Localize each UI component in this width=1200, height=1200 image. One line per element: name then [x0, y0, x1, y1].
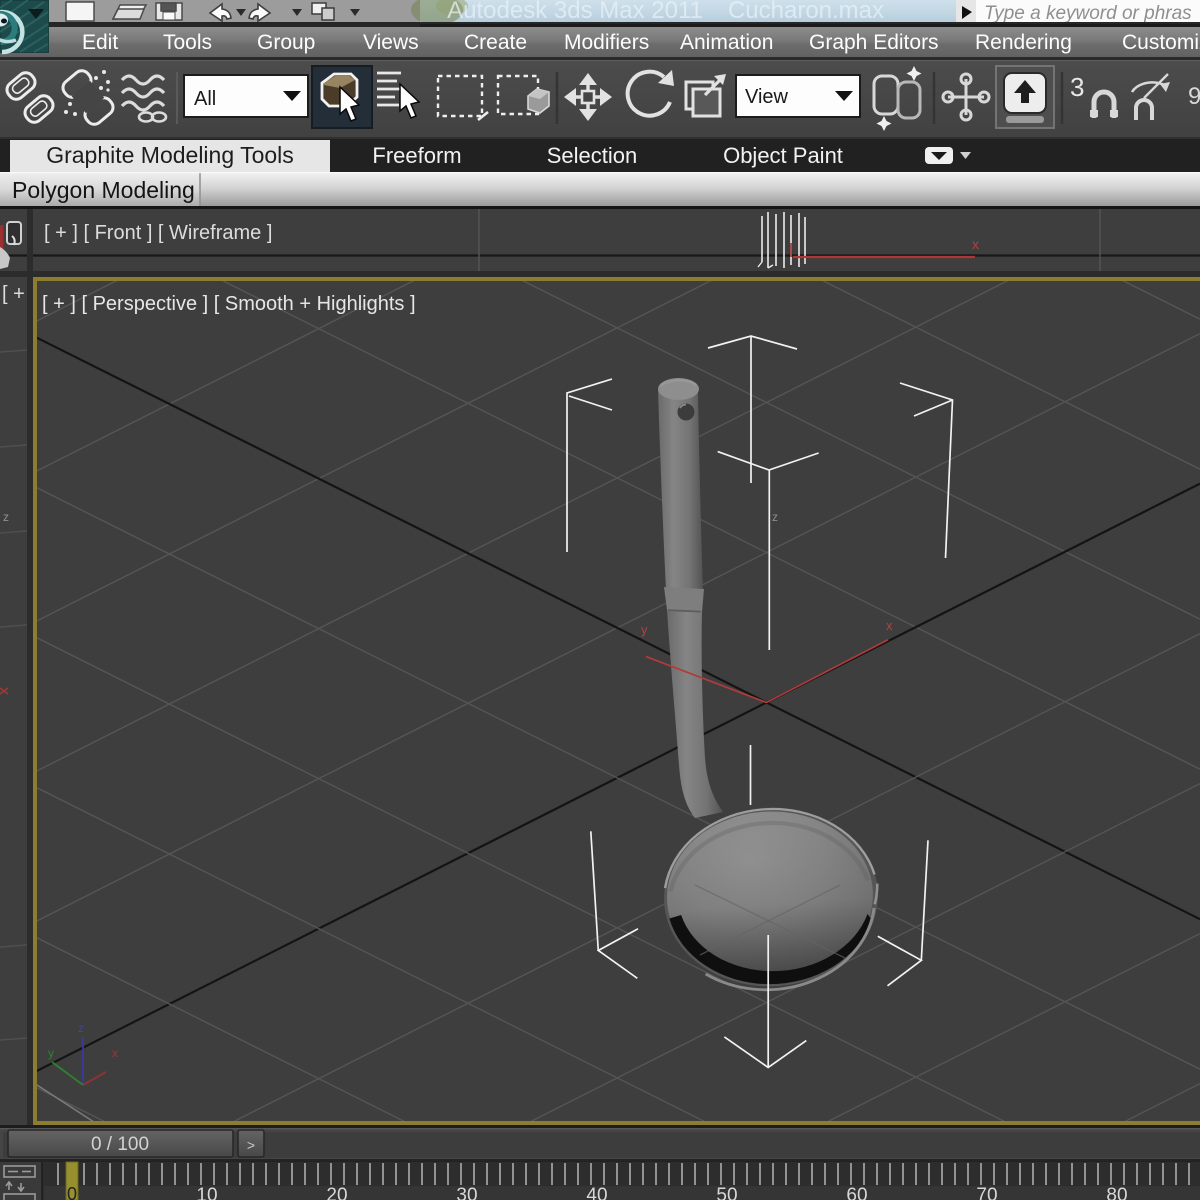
- svg-text:Create: Create: [464, 31, 527, 54]
- svg-text:0: 0: [67, 1184, 77, 1200]
- svg-text:z: z: [3, 510, 9, 524]
- svg-text:Polygon Modeling: Polygon Modeling: [12, 177, 195, 203]
- svg-text:Animation: Animation: [680, 31, 773, 54]
- svg-text:All: All: [194, 88, 216, 110]
- svg-text:50: 50: [716, 1185, 737, 1200]
- svg-text:Tools: Tools: [163, 31, 212, 54]
- svg-text:Graphite Modeling Tools: Graphite Modeling Tools: [46, 142, 294, 168]
- svg-text:Rendering: Rendering: [975, 31, 1072, 54]
- svg-text:Edit: Edit: [82, 31, 118, 54]
- svg-text:x: x: [886, 618, 893, 633]
- svg-text:[ + ] [ Perspective ] [ Smooth: [ + ] [ Perspective ] [ Smooth + Highlig…: [42, 293, 416, 315]
- svg-text:10: 10: [196, 1185, 217, 1200]
- svg-text:>: >: [247, 1137, 255, 1153]
- svg-text:0 / 100: 0 / 100: [91, 1134, 149, 1155]
- svg-text:Freeform: Freeform: [372, 143, 461, 168]
- svg-text:Customize: Customize: [1122, 31, 1200, 54]
- svg-text:Autodesk 3ds Max 2011: Autodesk 3ds Max 2011: [447, 0, 703, 24]
- svg-text:Object Paint: Object Paint: [723, 143, 843, 168]
- svg-text:[ +: [ +: [2, 283, 25, 305]
- svg-text:70: 70: [976, 1185, 997, 1200]
- svg-text:9: 9: [1188, 83, 1200, 110]
- svg-text:30: 30: [456, 1185, 477, 1200]
- svg-text:Cucharon.max: Cucharon.max: [728, 0, 884, 24]
- svg-text:z: z: [772, 510, 778, 524]
- svg-text:Type a keyword or phras: Type a keyword or phras: [984, 3, 1192, 24]
- svg-text:80: 80: [1106, 1185, 1127, 1200]
- svg-text:20: 20: [326, 1185, 347, 1200]
- svg-text:3: 3: [1070, 72, 1084, 102]
- svg-text:Selection: Selection: [547, 143, 638, 168]
- svg-text:x: x: [972, 236, 979, 252]
- svg-text:Group: Group: [257, 31, 315, 54]
- svg-text:60: 60: [846, 1185, 867, 1200]
- svg-text:y: y: [641, 622, 648, 637]
- svg-text:[ + ] [ Front ] [ Wireframe ]: [ + ] [ Front ] [ Wireframe ]: [44, 222, 272, 244]
- svg-text:x: x: [112, 1046, 118, 1060]
- svg-text:y: y: [48, 1046, 54, 1060]
- svg-text:40: 40: [586, 1185, 607, 1200]
- svg-text:Modifiers: Modifiers: [564, 31, 649, 54]
- svg-text:Views: Views: [363, 31, 419, 54]
- svg-text:z: z: [78, 1021, 84, 1035]
- svg-text:Graph Editors: Graph Editors: [809, 31, 939, 54]
- svg-text:View: View: [745, 86, 789, 108]
